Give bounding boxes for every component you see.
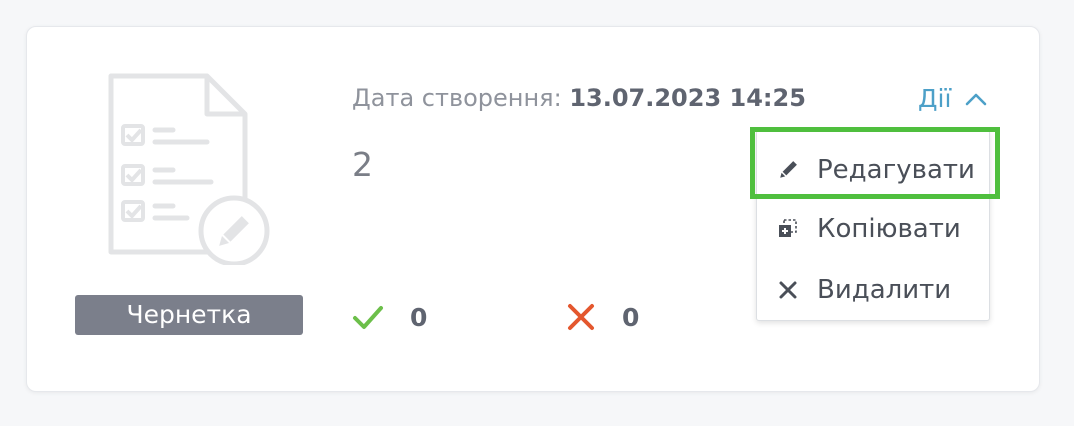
check-icon xyxy=(353,306,383,329)
actions-toggle[interactable]: Дії xyxy=(918,84,987,113)
creation-date-value: 13.07.2023 14:25 xyxy=(569,84,806,112)
approved-stat: 0 xyxy=(352,300,427,334)
rejected-stat: 0 xyxy=(566,300,639,334)
approved-count: 0 xyxy=(410,302,428,332)
actions-toggle-label: Дії xyxy=(918,84,952,113)
menu-item-edit-label: Редагувати xyxy=(817,155,975,185)
menu-item-copy[interactable]: Копіювати xyxy=(757,201,989,257)
creation-date-label: Дата створення: xyxy=(352,84,562,112)
close-icon xyxy=(777,279,799,301)
menu-item-copy-label: Копіювати xyxy=(817,214,961,244)
pencil-icon xyxy=(777,159,799,181)
cross-icon xyxy=(568,304,594,330)
menu-item-delete[interactable]: Видалити xyxy=(757,262,989,318)
menu-item-delete-label: Видалити xyxy=(817,275,952,305)
creation-date: Дата створення: 13.07.2023 14:25 xyxy=(352,84,806,112)
chevron-up-icon xyxy=(966,93,987,105)
survey-number: 2 xyxy=(352,145,373,184)
document-checklist-icon xyxy=(108,73,270,265)
copy-icon xyxy=(777,218,799,240)
actions-menu: Редагувати Копіювати Видалити xyxy=(756,130,990,321)
status-badge: Чернетка xyxy=(75,295,303,335)
menu-item-edit[interactable]: Редагувати xyxy=(757,142,989,198)
rejected-count: 0 xyxy=(622,302,640,332)
